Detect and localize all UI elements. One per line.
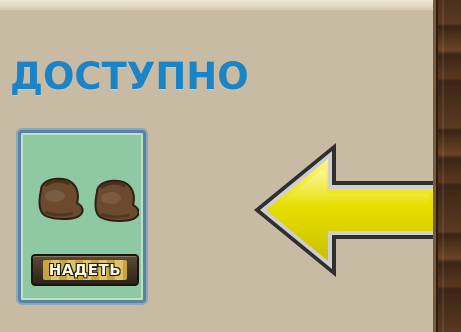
wood-border [433, 0, 461, 332]
wear-button-label: НАДЕТЬ [42, 260, 128, 280]
yellow-arrow-left-icon [254, 143, 444, 277]
item-card-boots[interactable]: НАДЕТЬ [18, 130, 146, 303]
inventory-panel: ДОСТУПНО НАДЕТЬ [0, 0, 461, 332]
top-edge [0, 0, 461, 10]
wear-button[interactable]: НАДЕТЬ [31, 254, 139, 286]
boots-icon [38, 177, 139, 222]
section-title: ДОСТУПНО [10, 55, 249, 98]
